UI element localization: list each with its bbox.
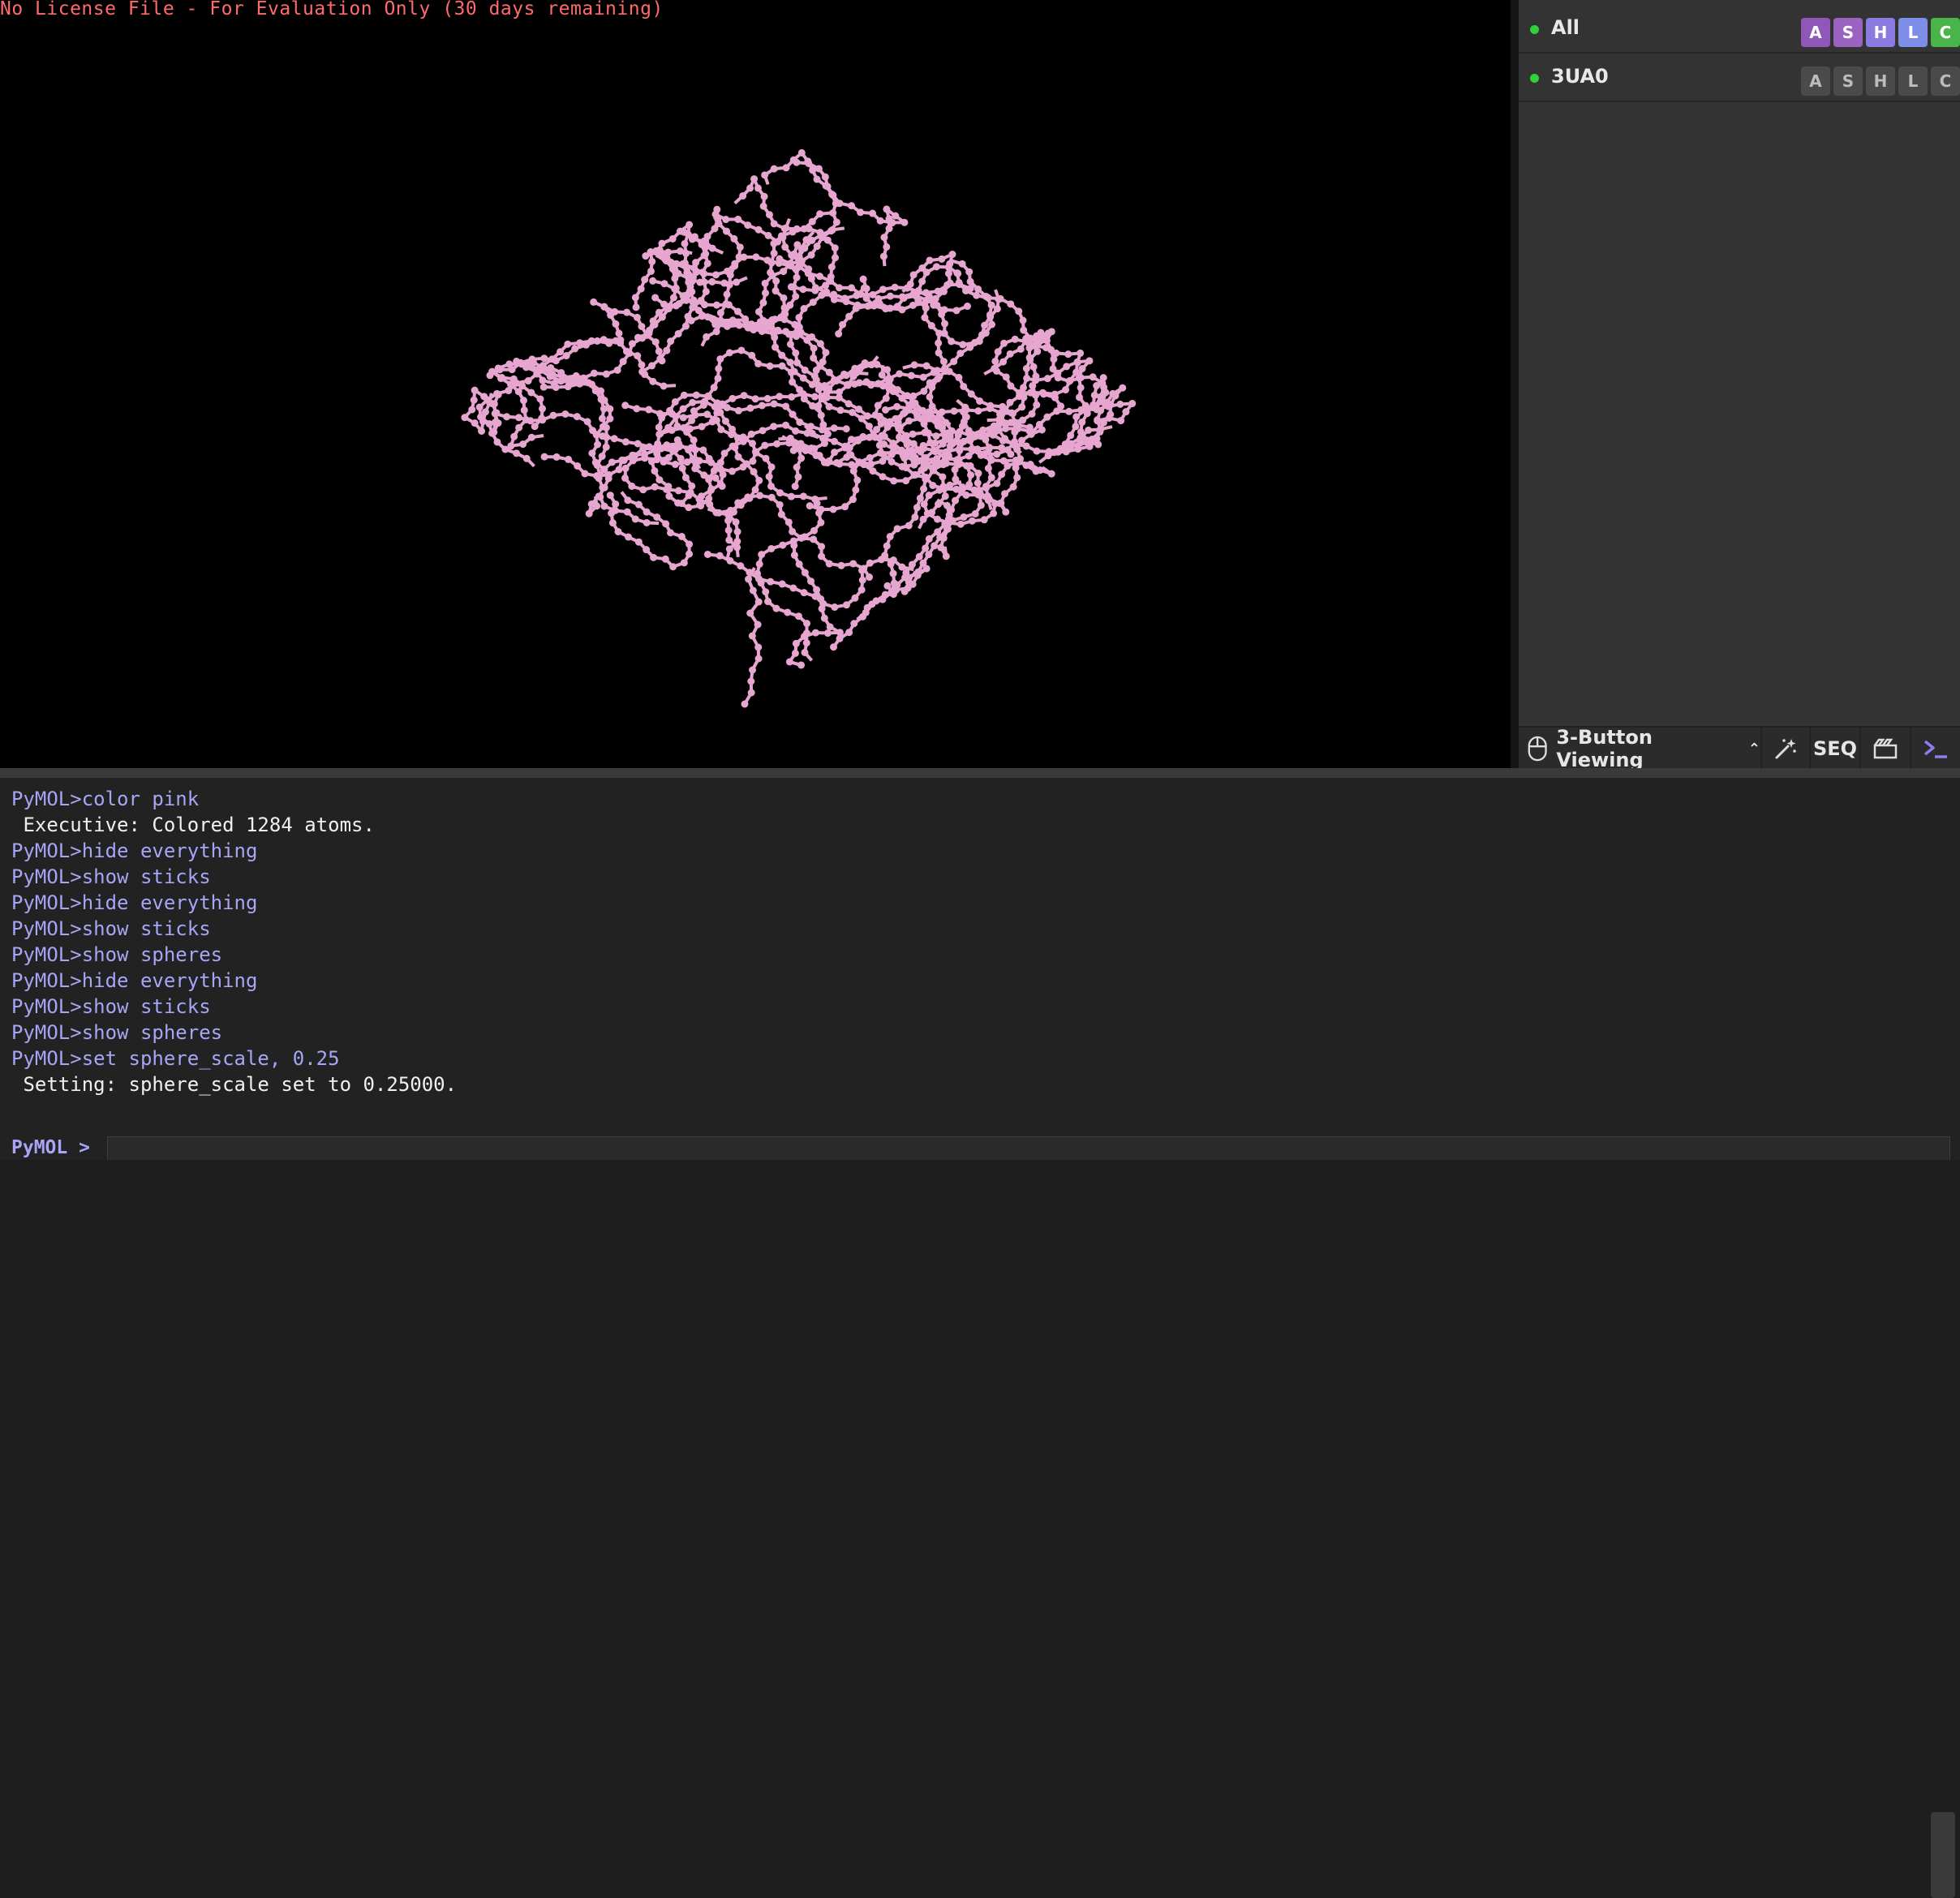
- console-line: PyMOL>show sticks: [11, 994, 457, 1020]
- mouse-icon: [1527, 735, 1548, 762]
- console-scrollbar[interactable]: [1931, 1812, 1955, 1898]
- hide-button[interactable]: H: [1866, 18, 1895, 47]
- action-button[interactable]: A: [1801, 18, 1830, 47]
- console-line: PyMOL>set sphere_scale, 0.25: [11, 1046, 457, 1071]
- console-line: PyMOL>show spheres: [11, 1020, 457, 1046]
- object-name[interactable]: All: [1551, 16, 1580, 39]
- bottom-toolbar: 3-Button Viewing ⌃ SEQ: [1519, 726, 1960, 770]
- object-name[interactable]: 3UA0: [1551, 65, 1609, 88]
- console-line: PyMOL>show sticks: [11, 916, 457, 942]
- enabled-indicator-icon[interactable]: [1530, 74, 1539, 83]
- action-buttons: A S H L C: [1801, 18, 1960, 47]
- mouse-mode-button[interactable]: 3-Button Viewing ⌃: [1519, 728, 1762, 770]
- object-row-3ua0[interactable]: 3UA0 A S H L C: [1519, 54, 1960, 102]
- console-line: PyMOL>show sticks: [11, 864, 457, 890]
- enabled-indicator-icon[interactable]: [1530, 25, 1539, 34]
- wizard-button[interactable]: [1762, 728, 1811, 770]
- mouse-mode-label: 3-Button Viewing: [1556, 726, 1735, 771]
- console-output[interactable]: PyMOL>color pink Executive: Colored 1284…: [0, 778, 1960, 1135]
- color-button[interactable]: C: [1931, 67, 1960, 96]
- console-line: PyMOL>hide everything: [11, 890, 457, 916]
- console-toggle-button[interactable]: [1911, 728, 1960, 770]
- horizontal-splitter[interactable]: [0, 768, 1960, 778]
- hide-button[interactable]: H: [1866, 67, 1895, 96]
- movie-button[interactable]: [1861, 728, 1911, 770]
- console-line: Setting: sphere_scale set to 0.25000.: [11, 1071, 457, 1097]
- vertical-splitter[interactable]: [1511, 0, 1519, 768]
- console-log: PyMOL>color pink Executive: Colored 1284…: [11, 786, 457, 1097]
- prompt-label: PyMOL >: [11, 1137, 90, 1158]
- action-button[interactable]: A: [1801, 67, 1830, 96]
- show-button[interactable]: S: [1833, 67, 1863, 96]
- color-button[interactable]: C: [1931, 18, 1960, 47]
- chevron-up-icon: ⌃: [1748, 741, 1760, 758]
- object-panel: All A S H L C 3UA0 A S H L C 3-Button Vi…: [1519, 0, 1960, 768]
- console-line: Executive: Colored 1284 atoms.: [11, 812, 457, 838]
- magic-wand-icon: [1773, 736, 1798, 761]
- molecular-viewport[interactable]: No License File - For Evaluation Only (3…: [0, 0, 1511, 768]
- command-prompt: PyMOL >: [0, 1135, 1960, 1160]
- sequence-button[interactable]: SEQ: [1811, 728, 1861, 770]
- action-buttons: A S H L C: [1801, 67, 1960, 96]
- label-button[interactable]: L: [1898, 67, 1928, 96]
- molecule-render[interactable]: [0, 0, 1511, 768]
- label-button[interactable]: L: [1898, 18, 1928, 47]
- object-row-all[interactable]: All A S H L C: [1519, 5, 1960, 54]
- console-line: PyMOL>show spheres: [11, 942, 457, 968]
- console-line: PyMOL>hide everything: [11, 968, 457, 994]
- console-line: PyMOL>color pink: [11, 786, 457, 812]
- show-button[interactable]: S: [1833, 18, 1863, 47]
- clapperboard-icon: [1872, 737, 1898, 760]
- console-line: PyMOL>hide everything: [11, 838, 457, 864]
- terminal-icon: [1922, 737, 1949, 760]
- command-input[interactable]: [107, 1136, 1950, 1160]
